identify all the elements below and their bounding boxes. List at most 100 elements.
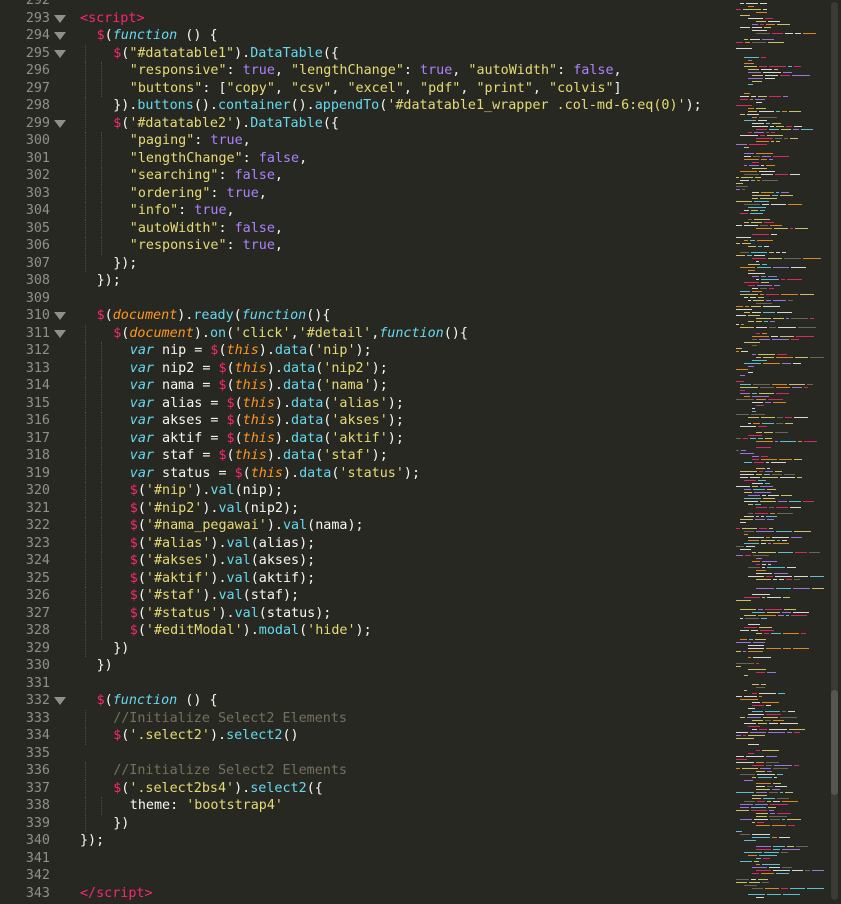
code-line[interactable]: "paging": true,: [130, 132, 251, 150]
code-line[interactable]: var nip2 = $(this).data('nip2');: [130, 360, 388, 378]
indent-guide: [84, 797, 86, 815]
minimap-line: [756, 846, 771, 847]
code-area[interactable]: <script> $(function () {$("#datatable1").…: [80, 0, 730, 904]
code-line[interactable]: var nama = $(this).data('nama');: [130, 377, 388, 395]
code-line[interactable]: "lengthChange": false,: [130, 150, 307, 168]
code-line[interactable]: $('#nip').val(nip);: [130, 482, 283, 500]
minimap-line: [751, 96, 756, 97]
fold-arrow-icon[interactable]: [54, 14, 66, 23]
minimap-line: [748, 714, 764, 715]
code-line[interactable]: $('#editModal').modal('hide');: [130, 622, 372, 640]
minimap-line: [759, 171, 775, 172]
minimap-line: [752, 168, 767, 169]
minimap-line: [794, 579, 800, 580]
fold-arrow-icon[interactable]: [54, 312, 66, 320]
minimap-line: [793, 363, 801, 364]
line-number-gutter[interactable]: 292 293 294 295 296 297 298 299 300 301 302 303 304 3…: [0, 0, 72, 904]
code-token: '#alias': [145, 535, 211, 551]
code-line[interactable]: $(function () {: [97, 27, 218, 45]
code-line[interactable]: var aktif = $(this).data('aktif');: [130, 430, 404, 448]
code-token: (: [226, 360, 235, 376]
fold-arrow-icon[interactable]: [54, 329, 66, 338]
code-line[interactable]: </script>: [80, 885, 153, 903]
code-token: //Initialize Select2 Elements: [113, 763, 347, 778]
minimap-line: [784, 474, 795, 475]
code-line[interactable]: $('#aktif').val(aktif);: [130, 570, 315, 588]
minimap-line: [750, 438, 756, 439]
code-editor[interactable]: 292 293 294 295 296 297 298 299 300 301 302 303 304 3…: [0, 0, 841, 904]
minimap-line: [759, 111, 774, 112]
vertical-scrollbar[interactable]: [828, 0, 841, 904]
minimap-line: [773, 783, 781, 784]
minimap-line: [740, 267, 755, 268]
code-token: $: [226, 395, 235, 411]
code-line[interactable]: }): [113, 815, 129, 833]
code-line[interactable]: }): [97, 657, 113, 675]
code-line[interactable]: $('#status').val(status);: [130, 605, 332, 623]
code-line[interactable]: var alias = $(this).data('alias');: [130, 395, 404, 413]
indent-guide: [101, 587, 103, 605]
minimap-line: [747, 255, 752, 256]
minimap-line: [756, 327, 767, 328]
minimap-line: [794, 765, 799, 766]
code-line[interactable]: $('.select2bs4').select2({: [113, 780, 323, 798]
code-line[interactable]: $('#alias').val(alias);: [130, 535, 315, 553]
code-line[interactable]: $('#akses').val(akses);: [130, 552, 315, 570]
code-line[interactable]: "ordering": true,: [130, 185, 267, 203]
minimap-line: [740, 549, 751, 550]
fold-arrow-icon[interactable]: [54, 119, 66, 128]
code-line[interactable]: <script>: [80, 10, 145, 28]
code-line[interactable]: $('#nama_pegawai').val(nama);: [130, 517, 364, 535]
minimap-line: [766, 762, 779, 763]
code-line[interactable]: $(function () {: [97, 692, 218, 710]
minimap-line: [798, 327, 816, 328]
line-number: 337: [25, 780, 50, 796]
code-line[interactable]: });: [97, 272, 121, 290]
code-line[interactable]: $(document).on('click','#detail',functio…: [113, 325, 468, 343]
code-line[interactable]: $('#datatable2').DataTable({: [113, 115, 339, 133]
minimap-line: [769, 723, 778, 724]
minimap-line: [748, 300, 751, 301]
code-line[interactable]: //Initialize Select2 Elements: [113, 762, 347, 780]
code-line[interactable]: }): [113, 640, 129, 658]
code-line[interactable]: "searching": false,: [130, 167, 283, 185]
code-token: select2: [226, 728, 283, 743]
minimap-line: [758, 723, 767, 724]
minimap-line: [793, 612, 809, 613]
code-line[interactable]: //Initialize Select2 Elements: [113, 710, 347, 728]
minimap-line: [761, 69, 772, 70]
code-line[interactable]: "responsive": true, "lengthChange": true…: [130, 62, 622, 80]
code-line[interactable]: });: [113, 255, 137, 273]
code-line[interactable]: theme: 'bootstrap4': [130, 797, 283, 815]
code-token: 'bootstrap4': [186, 798, 283, 813]
code-line[interactable]: $('#staf').val(staf);: [130, 587, 299, 605]
minimap-line: [767, 672, 776, 673]
code-line[interactable]: var akses = $(this).data('akses');: [130, 412, 404, 430]
code-line[interactable]: "info": true,: [130, 202, 235, 220]
code-line[interactable]: $('#nip2').val(nip2);: [130, 500, 299, 518]
minimap-line: [748, 435, 762, 436]
code-line[interactable]: }).buttons().container().appendTo('#data…: [113, 97, 702, 115]
code-token: }): [96, 658, 113, 673]
fold-arrow-icon[interactable]: [54, 697, 66, 705]
code-line[interactable]: var status = $(this).data('status');: [130, 465, 420, 483]
minimap-line: [801, 129, 813, 130]
code-line[interactable]: var staf = $(this).data('staf');: [130, 447, 388, 465]
code-line[interactable]: $("#datatable1").DataTable({: [113, 45, 339, 63]
minimap-line: [754, 861, 759, 862]
code-line[interactable]: "responsive": true,: [130, 237, 283, 255]
minimap-line: [759, 696, 762, 697]
code-line[interactable]: $(document).ready(function(){: [97, 307, 331, 325]
minimap-line: [762, 702, 779, 703]
fold-arrow-icon[interactable]: [54, 32, 66, 40]
fold-arrow-icon[interactable]: [54, 49, 66, 58]
minimap[interactable]: [730, 0, 826, 904]
scrollbar-thumb[interactable]: [831, 690, 838, 795]
line-number: 307: [25, 255, 50, 271]
code-line[interactable]: $('.select2').select2(): [113, 727, 298, 745]
code-line[interactable]: "autoWidth": false,: [130, 220, 283, 238]
code-line[interactable]: "buttons": ["copy", "csv", "excel", "pdf…: [130, 80, 622, 98]
code-line[interactable]: });: [80, 832, 104, 850]
minimap-line: [761, 192, 774, 193]
code-line[interactable]: var nip = $(this).data('nip');: [130, 342, 372, 360]
